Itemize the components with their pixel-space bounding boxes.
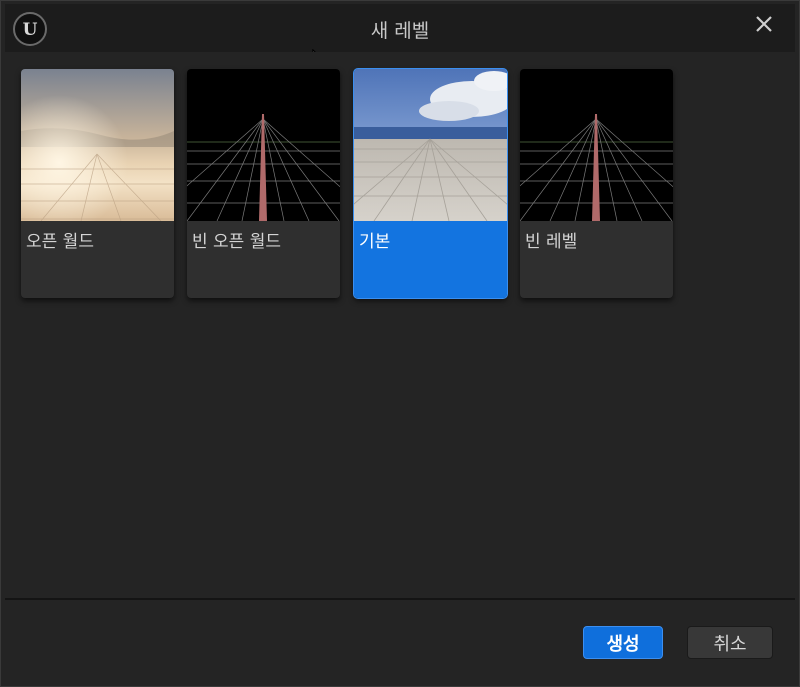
close-button[interactable]: [751, 11, 777, 37]
template-label: 기본: [359, 232, 391, 252]
dialog-title: 새 레벨: [370, 20, 430, 42]
template-card-empty-level[interactable]: 빈 레벨: [520, 69, 673, 298]
close-icon: [756, 16, 772, 32]
template-label: 오픈 월드: [26, 232, 94, 252]
black-grid-thumbnail: [187, 69, 340, 221]
template-card-open-world[interactable]: 오픈 월드: [21, 69, 174, 298]
title-bar[interactable]: U 새 레벨: [5, 4, 795, 52]
template-label: 빈 오픈 월드: [192, 232, 282, 252]
desert-sky-thumbnail: [21, 69, 174, 221]
black-grid-thumbnail: [520, 69, 673, 221]
template-label: 빈 레벨: [525, 232, 578, 252]
template-card-empty-open-world[interactable]: 빈 오픈 월드: [187, 69, 340, 298]
sky-floor-thumbnail: [354, 69, 507, 221]
template-grid: 오픈 월드 빈 오픈 월드 기본 빈 레벨: [5, 52, 795, 598]
template-card-basic[interactable]: 기본: [353, 68, 508, 299]
create-button[interactable]: 생성: [583, 626, 663, 659]
new-level-dialog: U 새 레벨 오픈 월드 빈 오픈 월드 기본 빈 레벨 생성 취소: [0, 0, 800, 687]
dialog-footer: 생성 취소: [5, 600, 795, 684]
cancel-button[interactable]: 취소: [687, 626, 773, 659]
